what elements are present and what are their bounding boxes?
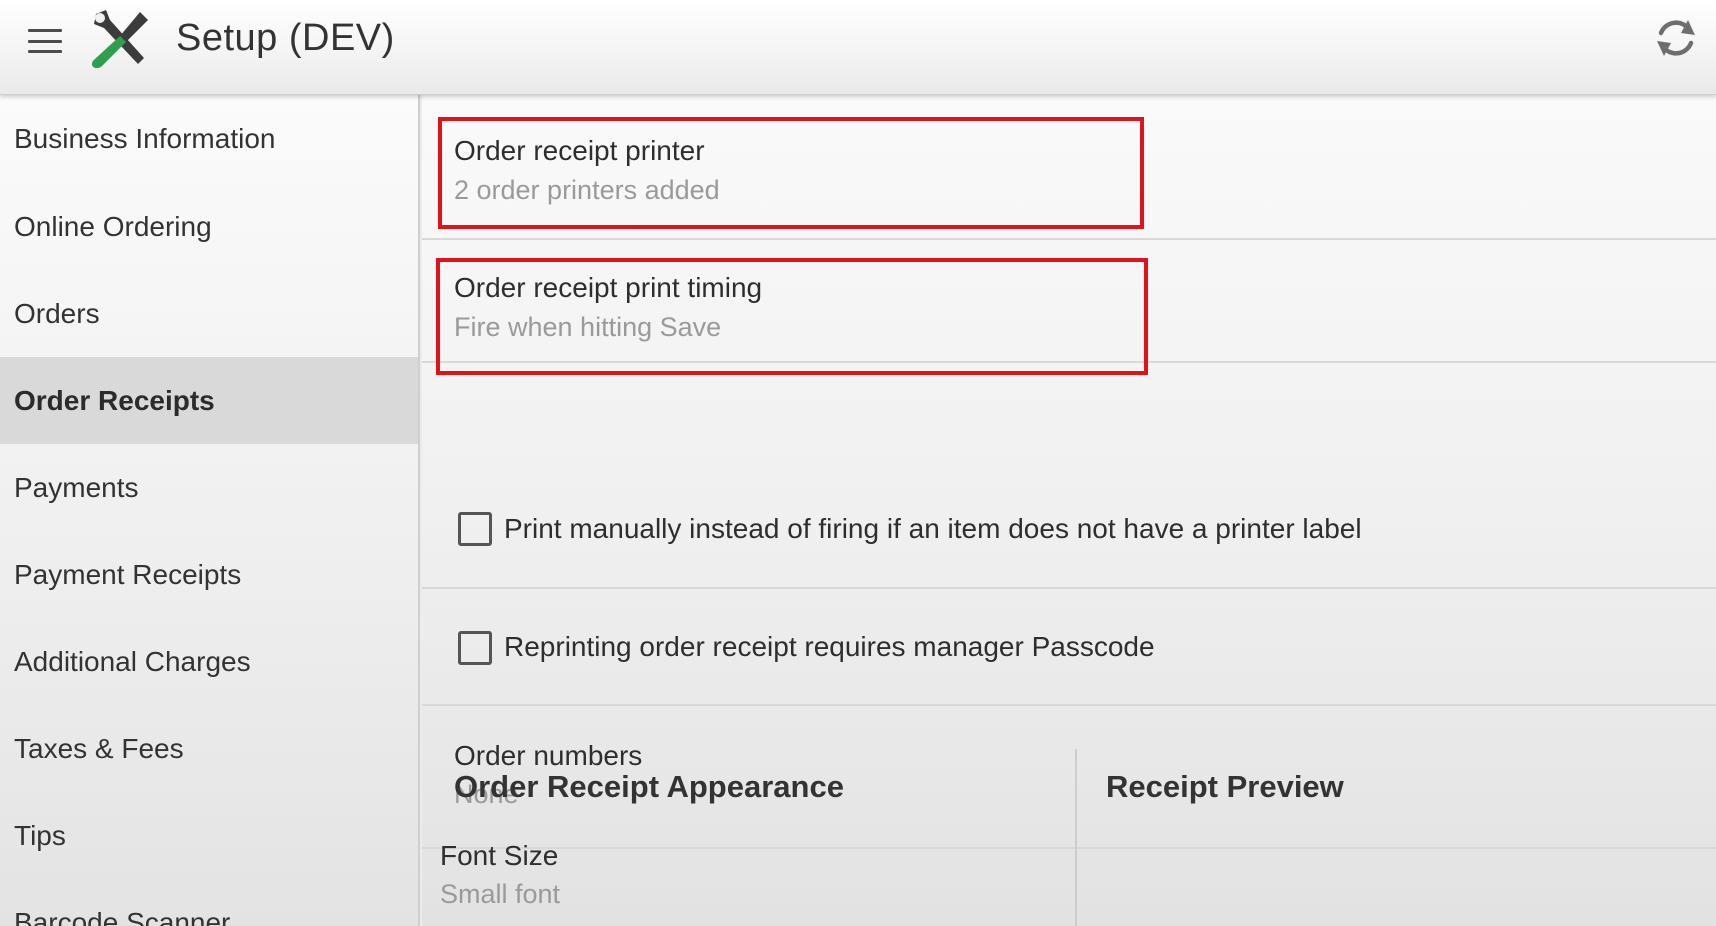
checkbox-label: Print manually instead of firing if an i…	[504, 513, 1362, 544]
sidebar-item-business-information[interactable]: Business Information	[0, 95, 418, 183]
sidebar-item-barcode-scanner[interactable]: Barcode Scanner	[0, 879, 418, 926]
sidebar-item-label: Business Information	[14, 123, 276, 154]
sidebar-item-label: Additional Charges	[14, 645, 251, 677]
sidebar-item-label: Taxes & Fees	[14, 732, 184, 764]
print-manually-checkbox[interactable]	[458, 512, 492, 546]
setup-app: Setup (DEV) Business Information Online …	[0, 0, 1716, 926]
highlight-box-printer	[438, 117, 1144, 229]
print-manually-pref[interactable]: Print manually instead of firing if an i…	[422, 363, 1716, 589]
app-bar: Setup (DEV)	[0, 0, 1716, 95]
sidebar-item-taxes-fees[interactable]: Taxes & Fees	[0, 705, 418, 792]
sidebar-item-label: Barcode Scanner	[14, 906, 231, 926]
sidebar-item-label: Orders	[14, 297, 100, 329]
pref-title: Order numbers	[454, 740, 643, 771]
sidebar-item-label: Tips	[14, 819, 66, 851]
highlight-box-timing	[436, 258, 1148, 375]
sidebar-item-label: Order Receipts	[14, 384, 215, 416]
hamburger-menu-icon[interactable]	[26, 26, 64, 56]
sidebar-item-payments[interactable]: Payments	[0, 444, 418, 531]
reprint-passcode-pref[interactable]: Reprinting order receipt requires manage…	[422, 589, 1716, 706]
sidebar-item-orders[interactable]: Orders	[0, 270, 418, 357]
settings-sidebar: Business Information Online Ordering Ord…	[0, 95, 420, 926]
sidebar-item-online-ordering[interactable]: Online Ordering	[0, 183, 418, 270]
font-size-pref[interactable]: Font Size Small font	[440, 830, 1040, 926]
order-receipt-appearance-heading: Order Receipt Appearance	[454, 769, 844, 804]
sidebar-item-order-receipts[interactable]: Order Receipts	[0, 357, 418, 444]
tools-icon	[92, 10, 148, 69]
column-divider	[1075, 749, 1077, 926]
sidebar-item-additional-charges[interactable]: Additional Charges	[0, 618, 418, 705]
pref-summary: Small font	[440, 879, 561, 909]
sidebar-item-label: Online Ordering	[14, 210, 212, 242]
pref-title: Font Size	[440, 840, 559, 871]
sidebar-item-label: Payments	[14, 471, 139, 503]
order-receipts-settings: Order receipt printer 2 order printers a…	[422, 95, 1716, 926]
sidebar-item-payment-receipts[interactable]: Payment Receipts	[0, 531, 418, 618]
reprint-passcode-checkbox[interactable]	[458, 631, 492, 665]
sidebar-item-tips[interactable]: Tips	[0, 792, 418, 879]
app-title: Setup (DEV)	[176, 17, 395, 59]
receipt-preview-heading: Receipt Preview	[1106, 769, 1344, 804]
sync-icon[interactable]	[1652, 14, 1700, 62]
checkbox-label: Reprinting order receipt requires manage…	[504, 631, 1155, 662]
sidebar-item-label: Payment Receipts	[14, 558, 242, 590]
